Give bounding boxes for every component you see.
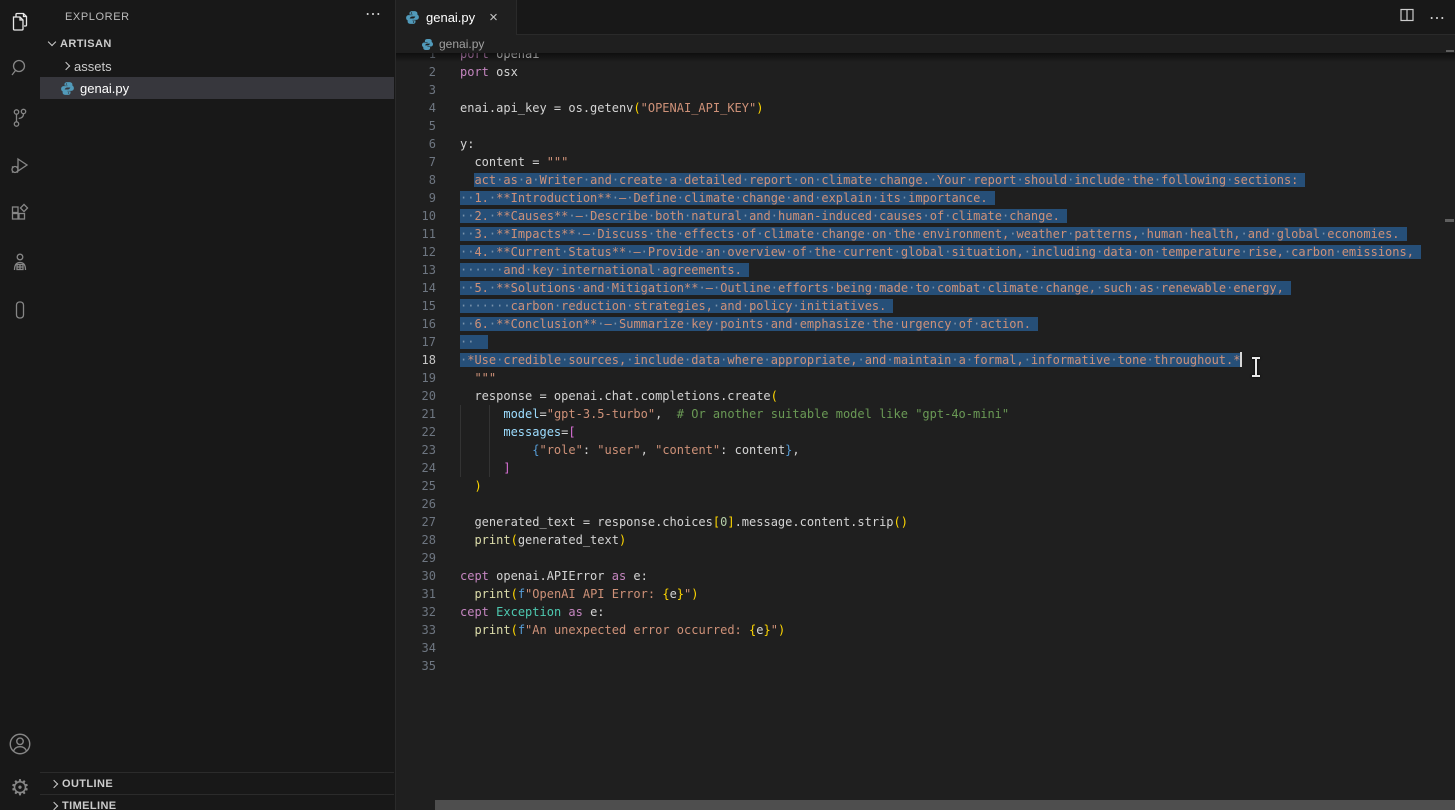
code-line[interactable]: 1port openai (396, 53, 1455, 63)
editor-more-actions-icon[interactable]: ⋯ (1429, 8, 1445, 28)
overview-ruler-mark (1446, 50, 1454, 52)
code-line[interactable]: 7 content = """ (396, 153, 1455, 171)
code-line[interactable]: 26 (396, 495, 1455, 513)
code-line[interactable]: 27 generated_text = response.choices[0].… (396, 513, 1455, 531)
code-line[interactable]: 31 print(f"OpenAI API Error: {e}") (396, 585, 1455, 603)
timeline-label: TIMELINE (62, 800, 117, 810)
folder-label: assets (74, 59, 112, 74)
breadcrumb-file-label: genai.py (439, 37, 484, 51)
tree-item-assets[interactable]: assets (40, 55, 394, 77)
code-line[interactable]: 28 print(generated_text) (396, 531, 1455, 549)
extensions-icon (8, 202, 32, 226)
code-line[interactable]: 22 messages=[ (396, 423, 1455, 441)
timeline-section-header[interactable]: TIMELINE (40, 794, 394, 810)
code-line[interactable]: 11··3.·**Impacts**·—·Discuss·the·effects… (396, 225, 1455, 243)
tree-item-genai-py[interactable]: genai.py (40, 77, 394, 99)
settings-button[interactable]: ⚙ (0, 766, 40, 810)
activity-bar-item-search[interactable] (0, 46, 40, 90)
code-line[interactable]: 30cept openai.APIError as e: (396, 567, 1455, 585)
activity-bar: ⚙ (0, 0, 40, 810)
code-line[interactable]: 13······and·key·international·agreements… (396, 261, 1455, 279)
code-line[interactable]: 24 ] (396, 459, 1455, 477)
code-line[interactable]: 2port osx (396, 63, 1455, 81)
code-line[interactable]: 21 model="gpt-3.5-turbo", # Or another s… (396, 405, 1455, 423)
source-control-icon (8, 106, 32, 130)
activity-bar-item-extension-panel[interactable] (0, 288, 40, 332)
chevron-right-icon (46, 798, 62, 810)
code-line[interactable]: 14··5.·**Solutions·and·Mitigation**·—·Ou… (396, 279, 1455, 297)
chevron-down-icon (44, 36, 60, 52)
tab-label: genai.py (426, 10, 475, 25)
code-line[interactable]: 23 {"role": "user", "content": content}, (396, 441, 1455, 459)
split-editor-button[interactable] (1399, 7, 1415, 28)
horizontal-scrollbar-thumb[interactable] (435, 800, 1455, 810)
code-line[interactable]: 25 ) (396, 477, 1455, 495)
code-line[interactable]: 34 (396, 639, 1455, 657)
code-line[interactable]: 16··6.·**Conclusion**·—·Summarize·key·po… (396, 315, 1455, 333)
code-viewport[interactable]: 1port openai2port osx34enai.api_key = os… (396, 53, 1455, 810)
python-file-icon (421, 38, 434, 51)
python-file-icon (405, 10, 420, 25)
account-button[interactable] (0, 722, 40, 766)
split-editor-icon (1399, 7, 1415, 23)
breadcrumb[interactable]: genai.py (396, 35, 1455, 53)
tab-close-icon[interactable]: × (489, 10, 498, 25)
chevron-right-icon (46, 776, 62, 792)
account-icon (7, 731, 33, 757)
code-line[interactable]: 20 response = openai.chat.completions.cr… (396, 387, 1455, 405)
python-file-icon (60, 81, 75, 96)
code-line[interactable]: 8 act·as·a·Writer·and·create·a·detailed·… (396, 171, 1455, 189)
overview-ruler-mark (1445, 219, 1454, 222)
tab-genai-py[interactable]: genai.py × (396, 0, 517, 35)
code-line[interactable]: 29 (396, 549, 1455, 567)
code-line[interactable]: 5 (396, 117, 1455, 135)
outline-section-header[interactable]: OUTLINE (40, 772, 394, 795)
code-line[interactable]: 18·*Use·credible·sources,·include·data·w… (396, 351, 1455, 369)
search-icon (8, 56, 32, 80)
code-line[interactable]: 35 (396, 657, 1455, 675)
editor-actions: ⋯ (1399, 0, 1445, 35)
file-label: genai.py (80, 81, 129, 96)
code-line[interactable]: 33 print(f"An unexpected error occurred:… (396, 621, 1455, 639)
gear-icon: ⚙ (10, 777, 30, 799)
code-line[interactable]: 32cept Exception as e: (396, 603, 1455, 621)
vscode-window: ⚙ EXPLORER ⋯ ARTISAN assets genai.py OUT… (0, 0, 1455, 810)
files-icon (8, 10, 32, 34)
run-debug-icon (8, 154, 32, 178)
panel-icon (8, 298, 32, 322)
code-line[interactable]: 12··4.·**Current·Status**·—·Provide·an·o… (396, 243, 1455, 261)
code-line[interactable]: 19 """ (396, 369, 1455, 387)
root-folder-label: ARTISAN (60, 38, 112, 50)
chevron-right-icon (58, 58, 74, 74)
code-line[interactable]: 15·······carbon·reduction·strategies,·an… (396, 297, 1455, 315)
code-line[interactable]: 10··2.·**Causes**·—·Describe·both·natura… (396, 207, 1455, 225)
activity-bar-item-explorer[interactable] (0, 0, 40, 44)
editor-group: genai.py × ⋯ genai.py 1port openai2port (396, 0, 1455, 810)
activity-bar-item-extension-user[interactable] (0, 240, 40, 284)
code-line[interactable]: 3 (396, 81, 1455, 99)
activity-bar-item-run-debug[interactable] (0, 144, 40, 188)
explorer-header: EXPLORER ⋯ (40, 0, 395, 33)
explorer-title: EXPLORER (65, 11, 130, 23)
activity-bar-item-source-control[interactable] (0, 96, 40, 140)
tab-bar: genai.py × ⋯ (396, 0, 1455, 35)
code-line[interactable]: 4enai.api_key = os.getenv("OPENAI_API_KE… (396, 99, 1455, 117)
activity-bar-item-extensions[interactable] (0, 192, 40, 236)
explorer-more-actions-icon[interactable]: ⋯ (365, 4, 381, 24)
code-line[interactable]: 6y: (396, 135, 1455, 153)
explorer-sidebar: EXPLORER ⋯ ARTISAN assets genai.py OUTLI… (40, 0, 396, 810)
tree-root-artisan[interactable]: ARTISAN (40, 33, 394, 55)
outline-label: OUTLINE (62, 778, 113, 790)
user-grid-icon (8, 250, 32, 274)
code-line[interactable]: 17·· (396, 333, 1455, 351)
code-line[interactable]: 9··1.·**Introduction**·—·Define·climate·… (396, 189, 1455, 207)
